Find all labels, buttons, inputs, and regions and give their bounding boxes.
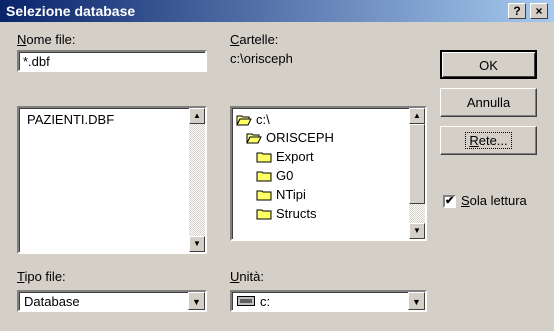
file-list-item[interactable]: PAZIENTI.DBF <box>27 112 114 127</box>
drive-label: Unità: <box>230 269 264 284</box>
filetype-select[interactable]: Database ▼ <box>17 290 207 312</box>
folder-tree-item[interactable]: G0 <box>256 167 293 185</box>
file-list-scrollbar[interactable]: ▲ ▼ <box>189 108 205 252</box>
scroll-up-arrow-icon[interactable]: ▲ <box>189 108 205 124</box>
scroll-thumb[interactable] <box>409 124 425 204</box>
filetype-label: Tipo file: <box>17 269 66 284</box>
folder-tree-item[interactable]: Structs <box>256 205 316 223</box>
dialog-window: Selezione database ? × Nome file: *.dbf … <box>0 0 554 331</box>
filename-label: Nome file: <box>17 32 76 47</box>
readonly-label[interactable]: Sola lettura <box>461 193 527 208</box>
folder-icon <box>256 152 272 163</box>
open-folder-icon <box>246 133 262 144</box>
open-folder-icon <box>236 115 252 126</box>
scroll-down-arrow-icon[interactable]: ▼ <box>189 236 205 252</box>
filename-input-value: *.dbf <box>23 54 50 69</box>
folder-tree-item[interactable]: Export <box>256 148 314 166</box>
folder-tree-item[interactable]: c:\ <box>236 111 270 129</box>
network-button[interactable]: Rete... <box>440 126 537 155</box>
title-bar: Selezione database ? × <box>0 0 554 22</box>
file-list[interactable]: PAZIENTI.DBF ▲ ▼ <box>17 106 207 254</box>
window-title: Selezione database <box>6 3 136 19</box>
folder-tree-item[interactable]: NTipi <box>256 186 306 204</box>
scroll-up-arrow-icon[interactable]: ▲ <box>409 108 425 124</box>
cancel-button[interactable]: Annulla <box>440 88 537 117</box>
drive-select[interactable]: c: ▼ <box>230 290 427 312</box>
folder-icon <box>256 209 272 220</box>
folder-tree[interactable]: c:\ ORISCEPH Export G0 NTipi Structs ▲ ▼ <box>230 106 427 241</box>
folder-tree-item[interactable]: ORISCEPH <box>246 129 334 147</box>
hard-drive-icon <box>237 296 255 306</box>
folder-icon <box>256 190 272 201</box>
drive-value: c: <box>260 294 271 309</box>
chevron-down-icon[interactable]: ▼ <box>408 292 425 310</box>
filename-input[interactable]: *.dbf <box>17 50 207 72</box>
filetype-value: Database <box>24 294 80 309</box>
ok-button[interactable]: OK <box>440 50 537 79</box>
folders-label: Cartelle: <box>230 32 279 47</box>
help-button[interactable]: ? <box>508 3 526 19</box>
current-path: c:\orisceph <box>230 51 293 66</box>
scroll-down-arrow-icon[interactable]: ▼ <box>409 223 425 239</box>
folder-icon <box>256 171 272 182</box>
readonly-checkbox[interactable]: ✔ <box>443 195 456 208</box>
chevron-down-icon[interactable]: ▼ <box>188 292 205 310</box>
folder-tree-scrollbar[interactable]: ▲ ▼ <box>409 108 425 239</box>
close-button[interactable]: × <box>530 3 548 19</box>
